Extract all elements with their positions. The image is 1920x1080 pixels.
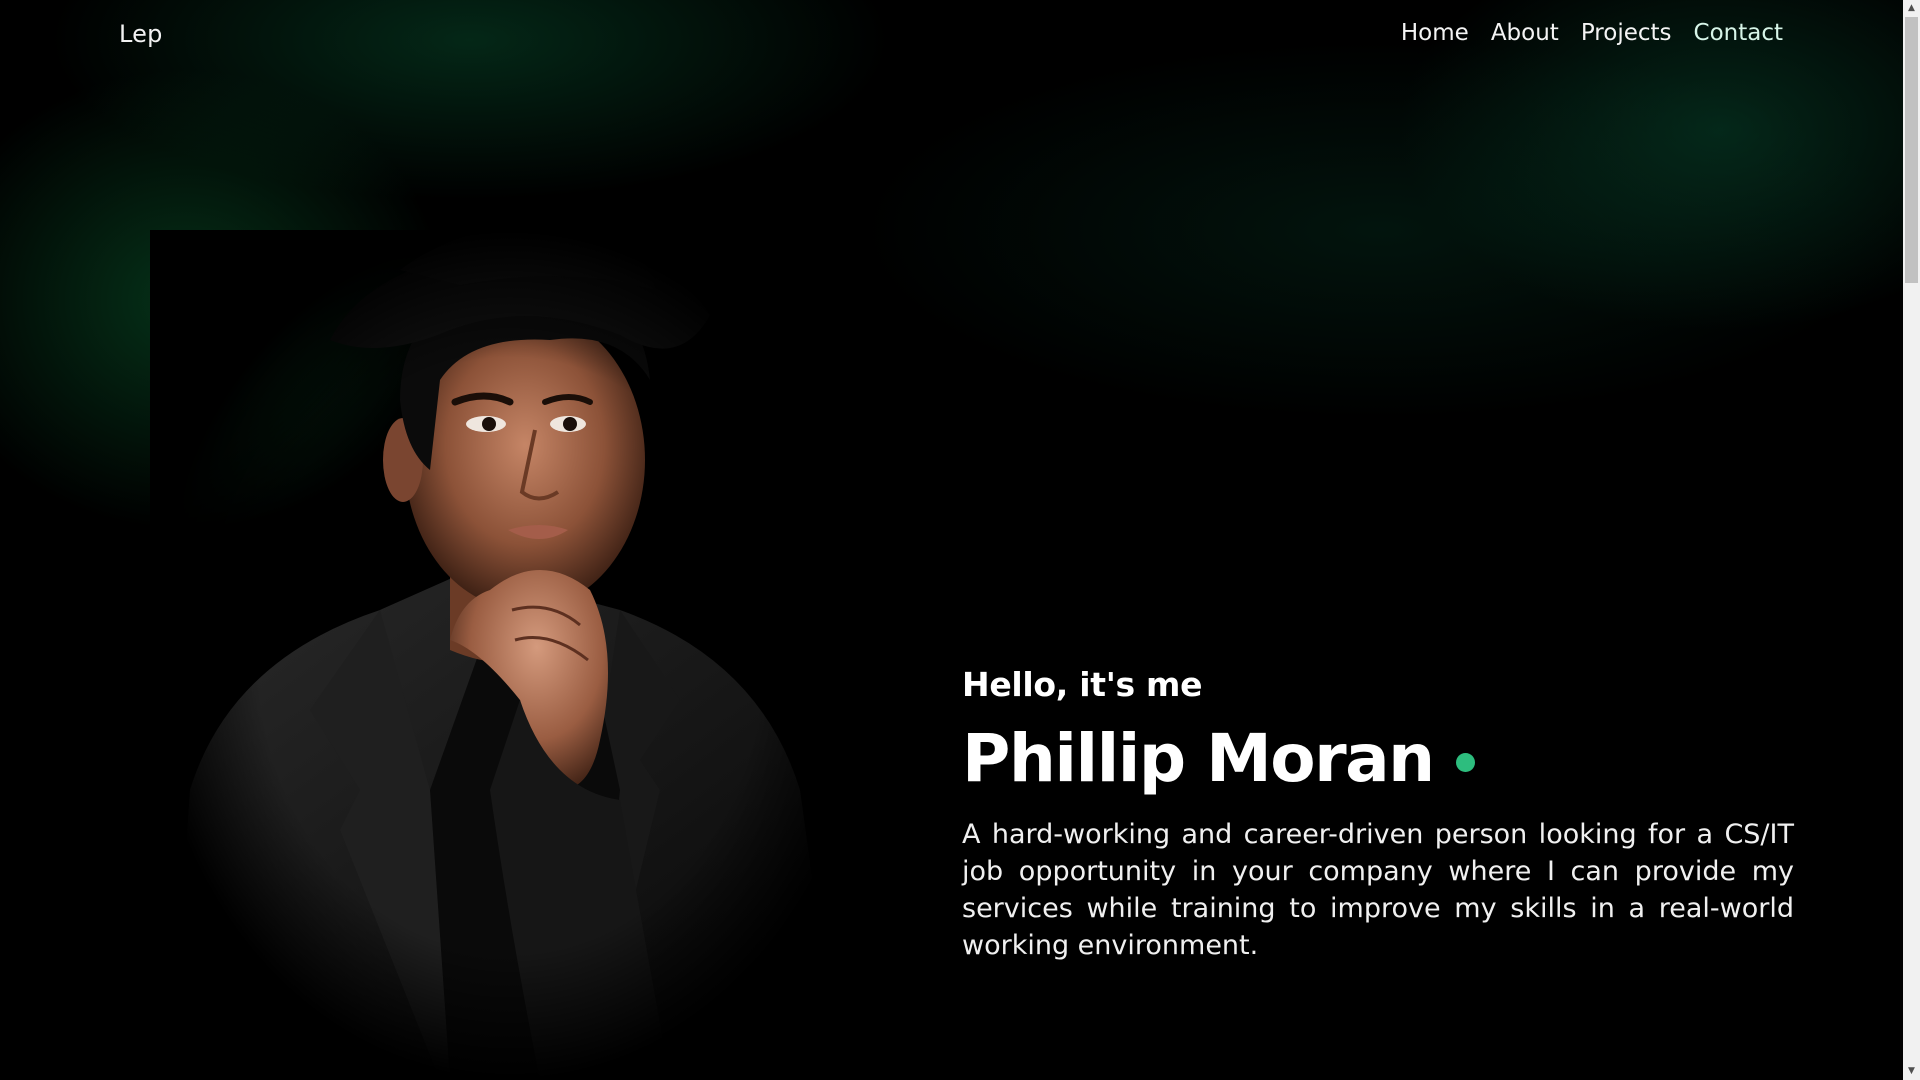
green-dot-icon [1455, 752, 1475, 772]
nav-about-link[interactable]: About [1491, 20, 1559, 46]
hero-description: A hard-working and career-driven person … [962, 819, 1794, 961]
nav-contact-link[interactable]: Contact [1694, 20, 1783, 46]
hero-section: Hello, it's me Phillip Moran A hard-work… [962, 665, 1794, 991]
hero-name: Phillip Moran [962, 720, 1435, 797]
site-logo[interactable]: Lep [119, 20, 163, 48]
hero-name-row: Phillip Moran [962, 726, 1794, 792]
chevron-up-icon[interactable]: ▲ [1903, 0, 1920, 17]
nav-projects-link[interactable]: Projects [1581, 20, 1672, 46]
main-nav: Home About Projects Contact [1401, 20, 1783, 46]
vertical-scrollbar[interactable]: ▲ ▼ [1903, 0, 1920, 1080]
scrollbar-thumb[interactable] [1905, 17, 1918, 283]
profile-portrait [150, 230, 870, 1080]
nav-home-link[interactable]: Home [1401, 20, 1469, 46]
chevron-down-icon[interactable]: ▼ [1903, 1063, 1920, 1080]
hero-greeting: Hello, it's me [962, 665, 1203, 704]
page-viewport: Lep Home About Projects Contact Hello, i… [0, 0, 1903, 1080]
